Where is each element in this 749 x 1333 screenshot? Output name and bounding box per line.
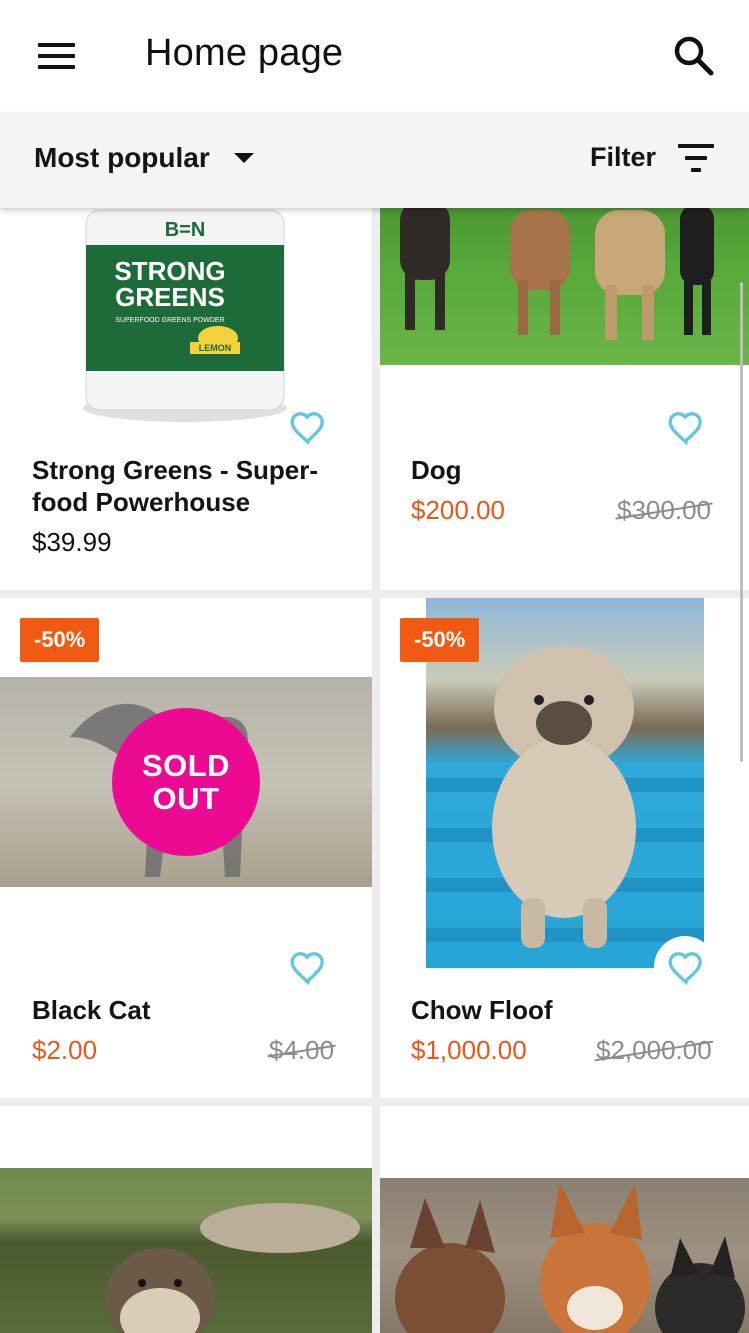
product-card[interactable] [0,1106,372,1333]
product-price: $1,000.00 [411,1035,527,1065]
sold-out-badge: SOLD OUT [112,708,260,856]
product-image [0,1168,372,1333]
page-title: Home page [145,32,344,74]
scrollbar[interactable] [740,282,743,762]
favorite-heart-icon[interactable] [666,408,706,448]
filter-list-icon [678,143,715,172]
product-old-price: $2,000.00 [594,1035,714,1066]
product-image [380,1178,749,1333]
product-name: Strong Greens - Super-food Powerhouse [32,455,319,517]
product-name: Chow Floof [411,995,553,1025]
product-card[interactable]: Dog $200.00 $300.00 [380,150,749,590]
filter-label: Filter [590,142,657,172]
jar-flavor: LEMON [199,343,232,353]
favorite-heart-icon[interactable] [288,408,328,448]
product-old-price: $4.00 [267,1035,336,1066]
product-price: $2.00 [32,1035,98,1065]
filter-button[interactable]: Filter [590,142,715,173]
jar-brand: B=N [165,219,206,241]
jar-subtitle: SUPERFOOD GREENS POWDER [115,317,224,324]
product-price: $200.00 [411,495,505,525]
product-name: Dog [411,455,462,485]
product-card[interactable] [380,1106,749,1333]
sort-label: Most popular [34,142,210,173]
hamburger-menu-icon[interactable] [28,30,84,82]
product-card[interactable]: -50% SOLD OUT Black Cat $2.00 $4.00 [0,598,372,1098]
app-bar: Home page [0,0,749,112]
discount-badge: -50% [20,618,100,662]
caret-down-icon [233,153,254,163]
favorite-heart-icon[interactable] [666,948,706,988]
sort-dropdown[interactable]: Most popular [34,142,254,174]
sold-out-text: SOLD OUT [141,748,231,816]
discount-badge: -50% [400,618,480,662]
product-old-price: $300.00 [615,495,713,526]
product-price: $39.99 [32,527,112,557]
sort-filter-bar: Most popular Filter [0,112,749,208]
product-card[interactable]: -50% Chow Floof $1,000.00 $2,000.00 [380,598,749,1098]
search-icon[interactable] [668,30,720,82]
product-card[interactable]: B=N STRONG GREENS SUPERFOOD GREENS POWDE… [0,150,372,590]
product-name: Black Cat [32,995,151,1025]
jar-text-line2: GREENS [115,282,225,312]
favorite-heart-icon[interactable] [288,948,328,988]
